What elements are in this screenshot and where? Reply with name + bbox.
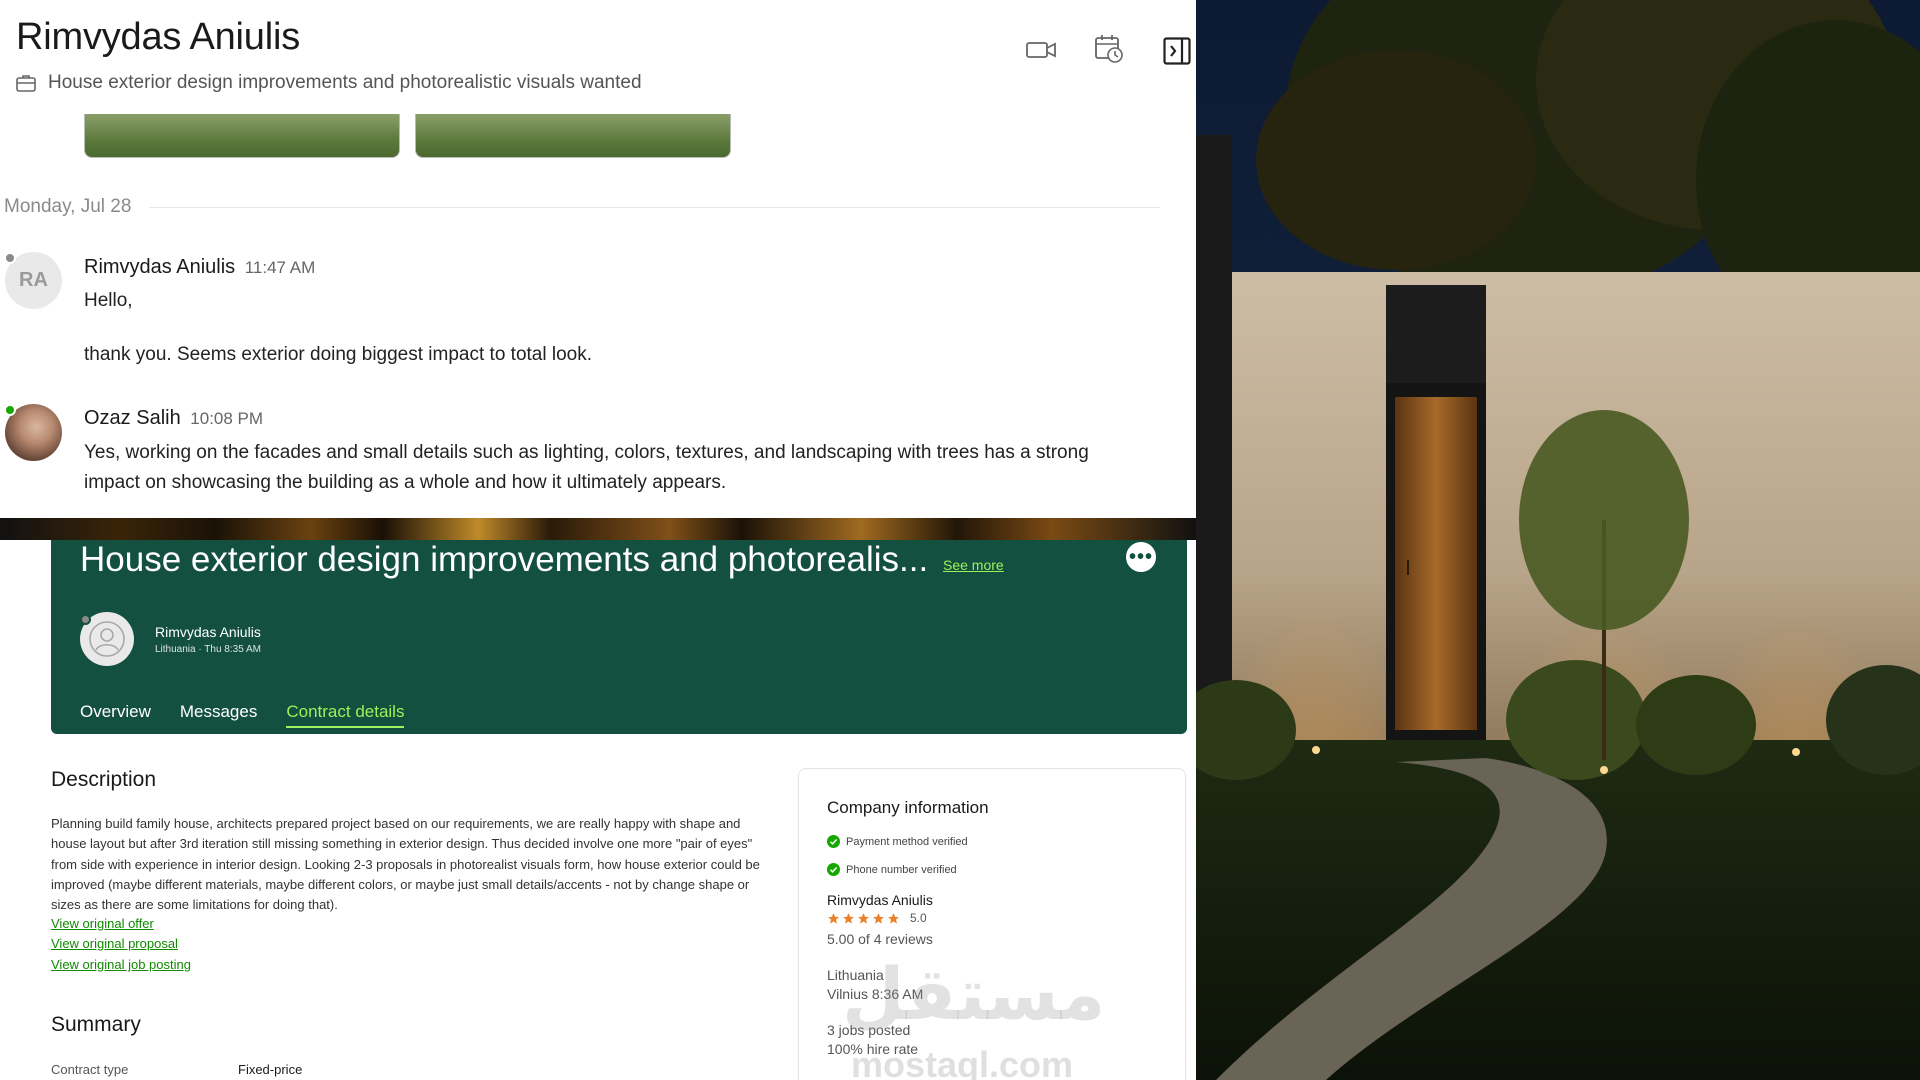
client-country: Lithuania [827, 967, 884, 983]
phone-verified: Phone number verified [827, 863, 957, 876]
message-time: 10:08 PM [190, 409, 264, 428]
image-seam [0, 518, 1196, 540]
rating-value: 5.0 [910, 911, 927, 925]
date-separator: Monday, Jul 28 [4, 196, 1160, 218]
summary-value: Fixed-price [238, 1062, 303, 1077]
message-text: thank you. Seems exterior doing biggest … [84, 344, 592, 365]
chat-subtitle-text: House exterior design improvements and p… [48, 72, 642, 93]
check-circle-icon [827, 863, 840, 876]
description-heading: Description [51, 768, 157, 791]
summary-label: Contract type [51, 1062, 129, 1077]
message-text: Hello, [84, 290, 133, 311]
message-sender[interactable]: Rimvydas Aniulis [84, 256, 235, 278]
attachment-thumbnail[interactable] [84, 114, 400, 158]
date-divider-line [149, 206, 1160, 208]
chat-title: Rimvydas Aniulis [16, 16, 301, 58]
company-info-title: Company information [827, 798, 989, 817]
chat-panel: Rimvydas Aniulis House exterior design i… [0, 0, 1196, 518]
presence-dot [4, 252, 16, 264]
presence-dot [80, 614, 91, 625]
contract-header-banner: House exterior design improvements and p… [51, 540, 1187, 734]
render-illustration [1196, 0, 1920, 1080]
date-separator-label: Monday, Jul 28 [4, 196, 132, 217]
more-options-button[interactable]: ••• [1124, 540, 1158, 574]
check-circle-icon [827, 835, 840, 848]
message-header: Rimvydas Aniulis 11:47 AM [84, 256, 315, 279]
contract-title: House exterior design improvements and p… [80, 540, 929, 579]
sidebar-toggle-icon[interactable] [1163, 37, 1191, 65]
payment-verified-text: Payment method verified [846, 835, 968, 848]
client-name: Rimvydas Aniulis [155, 624, 261, 640]
house-night-render [1196, 0, 1920, 1080]
briefcase-icon [16, 74, 36, 92]
tab-contract-details[interactable]: Contract details [286, 702, 405, 728]
star-icon [827, 912, 840, 925]
attachment-thumbnails [0, 114, 1196, 158]
tab-overview[interactable]: Overview [80, 702, 151, 728]
hire-rate: 100% hire rate [827, 1041, 919, 1057]
tab-messages[interactable]: Messages [180, 702, 257, 728]
view-original-offer-link[interactable]: View original offer [51, 916, 154, 931]
star-icon [842, 912, 855, 925]
chat-job-subtitle[interactable]: House exterior design improvements and p… [16, 72, 642, 94]
contract-page: House exterior design improvements and p… [0, 540, 1196, 1080]
attachment-thumbnail[interactable] [415, 114, 731, 158]
presence-dot [4, 404, 16, 416]
summary-heading: Summary [51, 1013, 141, 1036]
video-call-icon[interactable] [1026, 40, 1056, 60]
message-header: Ozaz Salih 10:08 PM [84, 407, 263, 430]
jobs-posted: 3 jobs posted [827, 1022, 911, 1038]
user-placeholder-icon [89, 621, 125, 657]
description-text: Planning build family house, architects … [51, 816, 760, 913]
message-sender[interactable]: Ozaz Salih [84, 407, 181, 429]
message-text: Yes, working on the facades and small de… [84, 442, 1089, 493]
view-original-job-posting-link[interactable]: View original job posting [51, 957, 191, 972]
star-icon [857, 912, 870, 925]
phone-verified-text: Phone number verified [846, 863, 957, 876]
see-more-link[interactable]: See more [943, 557, 1004, 573]
contract-tabs: Overview Messages Contract details [80, 702, 405, 728]
client-city-time: Vilnius 8:36 AM [827, 986, 924, 1002]
payment-verified: Payment method verified [827, 835, 968, 848]
company-client-name: Rimvydas Aniulis [827, 892, 933, 908]
view-original-proposal-link[interactable]: View original proposal [51, 936, 178, 951]
schedule-icon[interactable] [1094, 34, 1124, 64]
message-time: 11:47 AM [244, 258, 316, 277]
ellipsis-icon: ••• [1128, 545, 1153, 568]
reviews-count: 5.00 of 4 reviews [827, 931, 933, 947]
star-rating: 5.0 [827, 911, 927, 925]
client-location: Lithuania · Thu 8:35 AM [155, 644, 261, 655]
star-icon [887, 912, 900, 925]
company-info-card: Company information Payment method verif… [798, 768, 1186, 1080]
star-icon [872, 912, 885, 925]
